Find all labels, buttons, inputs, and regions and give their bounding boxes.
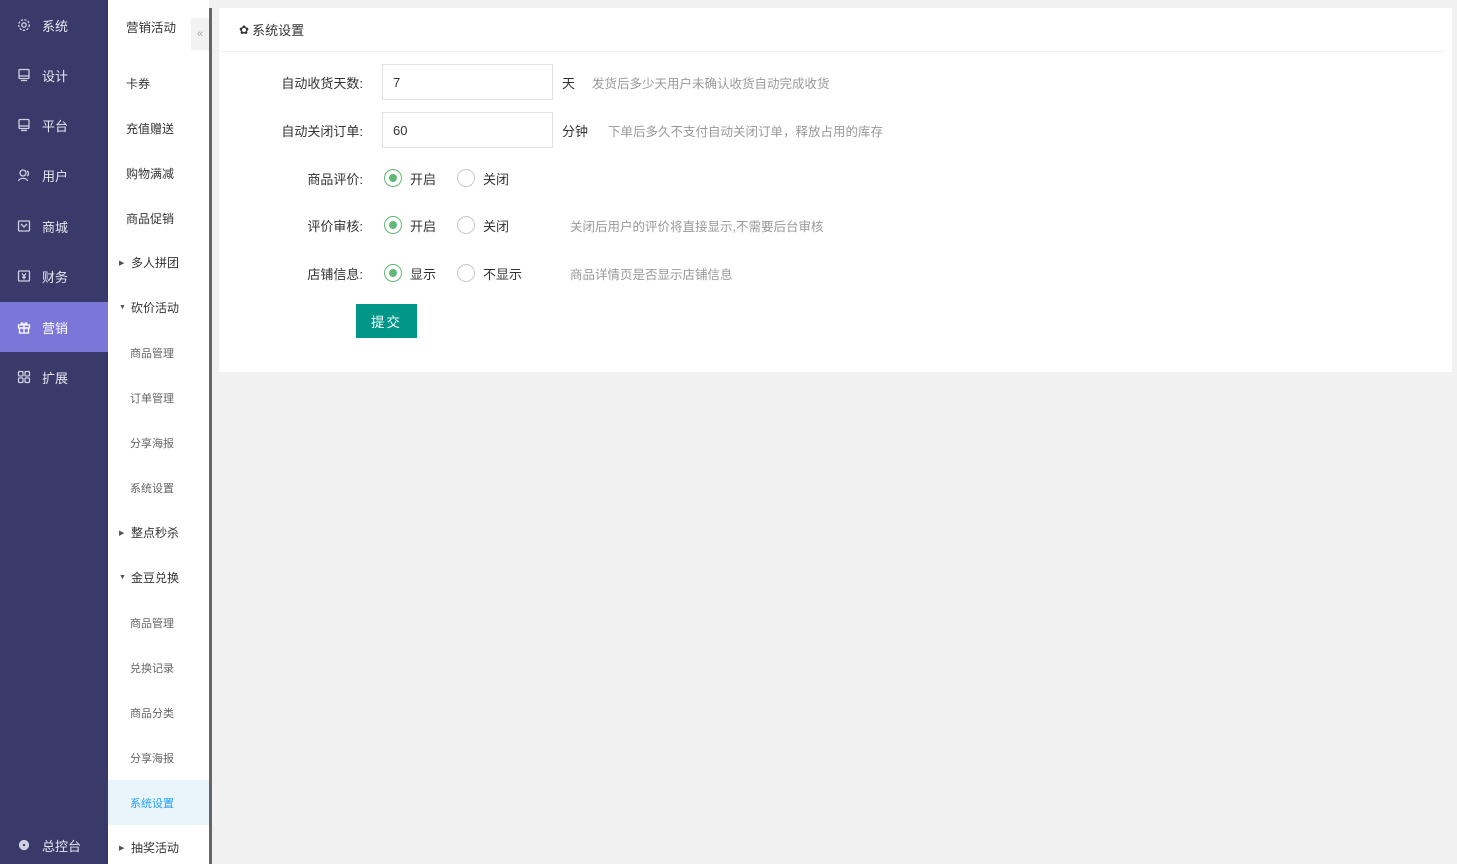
field-label: 店铺信息:: [307, 266, 363, 282]
radio-circle: [457, 169, 476, 187]
sidebar-sub-goods-manage[interactable]: 商品管理: [108, 330, 209, 375]
sidebar-sub-goods-category[interactable]: 商品分类: [108, 690, 209, 735]
panel-header: ✿ 系统设置: [219, 8, 1445, 52]
field-label: 自动收货天数:: [281, 75, 363, 91]
unit-label: 分钟: [562, 123, 589, 139]
review-on-radio[interactable]: 开启: [384, 169, 436, 188]
nav-item-label: 总控台: [42, 838, 82, 854]
sidebar-item-full-reduction[interactable]: 购物满减: [108, 151, 209, 196]
submit-button[interactable]: 提交: [356, 304, 417, 338]
nav-item-label: 财务: [42, 269, 69, 285]
form-row-store-info: 店铺信息: 显示 不显示 商品详情页是否显示店铺信息: [219, 255, 733, 291]
nav-item-label: 商城: [42, 219, 69, 235]
user-icon: [16, 167, 32, 183]
caret-right-icon: ▶: [119, 529, 125, 537]
sidebar-sub-exchange-records[interactable]: 兑换记录: [108, 645, 209, 690]
sidebar-sub-goods-manage[interactable]: 商品管理: [108, 600, 209, 645]
nav-item-marketing[interactable]: 营销: [0, 302, 108, 352]
nav-item-console[interactable]: 总控台: [0, 820, 108, 864]
sidebar-group-bargain[interactable]: ▼ 砍价活动: [108, 285, 209, 330]
sidebar-group-group-buy[interactable]: ▶ 多人拼团: [108, 240, 209, 285]
sidebar-group-flash-sale[interactable]: ▶ 整点秒杀: [108, 510, 209, 555]
nav-item-design[interactable]: 设计: [0, 50, 108, 100]
field-hint: 下单后多久不支付自动关闭订单，释放占用的库存: [608, 124, 884, 139]
finance-icon: [16, 268, 32, 284]
shop-icon: [16, 218, 32, 234]
secondary-sidebar: 营销活动 卡券 充值赠送 购物满减 商品促销 ▶ 多人拼团 ▼ 砍价活动 商品管…: [108, 0, 209, 864]
grid-icon: [16, 369, 32, 385]
nav-item-label: 用户: [42, 168, 69, 184]
form-row-review-audit: 评价审核: 开启 关闭 关闭后用户的评价将直接显示,不需要后台审核: [219, 207, 824, 243]
radio-circle: [457, 264, 476, 282]
sidebar-group-bean-exchange[interactable]: ▼ 金豆兑换: [108, 555, 209, 600]
monitor-icon: [16, 67, 32, 83]
gear-icon: [16, 17, 32, 33]
sidebar-sub-share-poster[interactable]: 分享海报: [108, 735, 209, 780]
radio-circle: [384, 169, 402, 187]
field-label: 评价审核:: [307, 218, 363, 234]
field-label: 商品评价:: [307, 171, 363, 187]
review-off-radio[interactable]: 关闭: [457, 169, 509, 188]
radio-circle: [384, 264, 402, 282]
gear-icon: [16, 837, 32, 853]
nav-item-label: 扩展: [42, 370, 69, 386]
sidebar-sub-settings[interactable]: 系统设置: [108, 780, 209, 825]
double-chevron-left-icon: «: [196, 28, 204, 40]
sidebar-item-promotion[interactable]: 商品促销: [108, 196, 209, 241]
nav-item-finance[interactable]: 财务: [0, 251, 108, 301]
nav-item-platform[interactable]: 平台: [0, 100, 108, 150]
nav-item-shop[interactable]: 商城: [0, 201, 108, 251]
auto-receive-days-input[interactable]: [382, 64, 553, 100]
caret-right-icon: ▶: [119, 844, 125, 852]
sidebar-group-lottery[interactable]: ▶ 抽奖活动: [108, 825, 209, 864]
store-info-show-radio[interactable]: 显示: [384, 264, 436, 283]
page-title: 系统设置: [252, 23, 305, 38]
nav-item-extend[interactable]: 扩展: [0, 352, 108, 402]
form-row-review: 商品评价: 开启 关闭: [219, 160, 509, 196]
gear-icon: ✿: [239, 22, 250, 37]
radio-circle: [457, 216, 476, 234]
field-label: 自动关闭订单:: [281, 123, 363, 139]
caret-down-icon: ▼: [119, 304, 126, 311]
sidebar-item-recharge[interactable]: 充值赠送: [108, 106, 209, 151]
caret-right-icon: ▶: [119, 259, 125, 267]
radio-circle: [384, 216, 402, 234]
secondary-sidebar-title: 营销活动: [126, 21, 177, 35]
collapse-sidebar-button[interactable]: «: [191, 18, 209, 50]
field-hint: 关闭后用户的评价将直接显示,不需要后台审核: [570, 219, 824, 234]
review-audit-off-radio[interactable]: 关闭: [457, 216, 509, 235]
review-audit-on-radio[interactable]: 开启: [384, 216, 436, 235]
nav-item-label: 设计: [42, 68, 69, 84]
nav-item-label: 营销: [42, 320, 69, 336]
primary-sidebar: 系统 设计 平台 用户 商城 财务 营销 扩展 总控台: [0, 0, 108, 864]
field-hint: 发货后多少天用户未确认收货自动完成收货: [592, 76, 830, 91]
sidebar-sub-settings[interactable]: 系统设置: [108, 465, 209, 510]
form-row-auto-receive: 自动收货天数: 天 发货后多少天用户未确认收货自动完成收货: [219, 64, 830, 100]
sidebar-sub-order-manage[interactable]: 订单管理: [108, 375, 209, 420]
sidebar-item-coupon[interactable]: 卡券: [108, 61, 209, 106]
nav-item-user[interactable]: 用户: [0, 150, 108, 200]
nav-item-label: 系统: [42, 18, 69, 34]
scrollbar[interactable]: [209, 8, 212, 864]
form-row-auto-close: 自动关闭订单: 分钟 下单后多久不支付自动关闭订单，释放占用的库存: [219, 112, 883, 148]
field-hint: 商品详情页是否显示店铺信息: [570, 267, 733, 282]
sidebar-sub-share-poster[interactable]: 分享海报: [108, 420, 209, 465]
settings-panel: ✿ 系统设置 自动收货天数: 天 发货后多少天用户未确认收货自动完成收货 自动关…: [219, 8, 1452, 372]
auto-close-minutes-input[interactable]: [382, 112, 553, 148]
caret-down-icon: ▼: [119, 574, 126, 581]
unit-label: 天: [562, 75, 576, 91]
monitor-icon: [16, 117, 32, 133]
nav-item-label: 平台: [42, 118, 69, 134]
store-info-hide-radio[interactable]: 不显示: [457, 264, 522, 283]
gift-icon: [16, 319, 32, 335]
nav-item-system[interactable]: 系统: [0, 0, 108, 50]
